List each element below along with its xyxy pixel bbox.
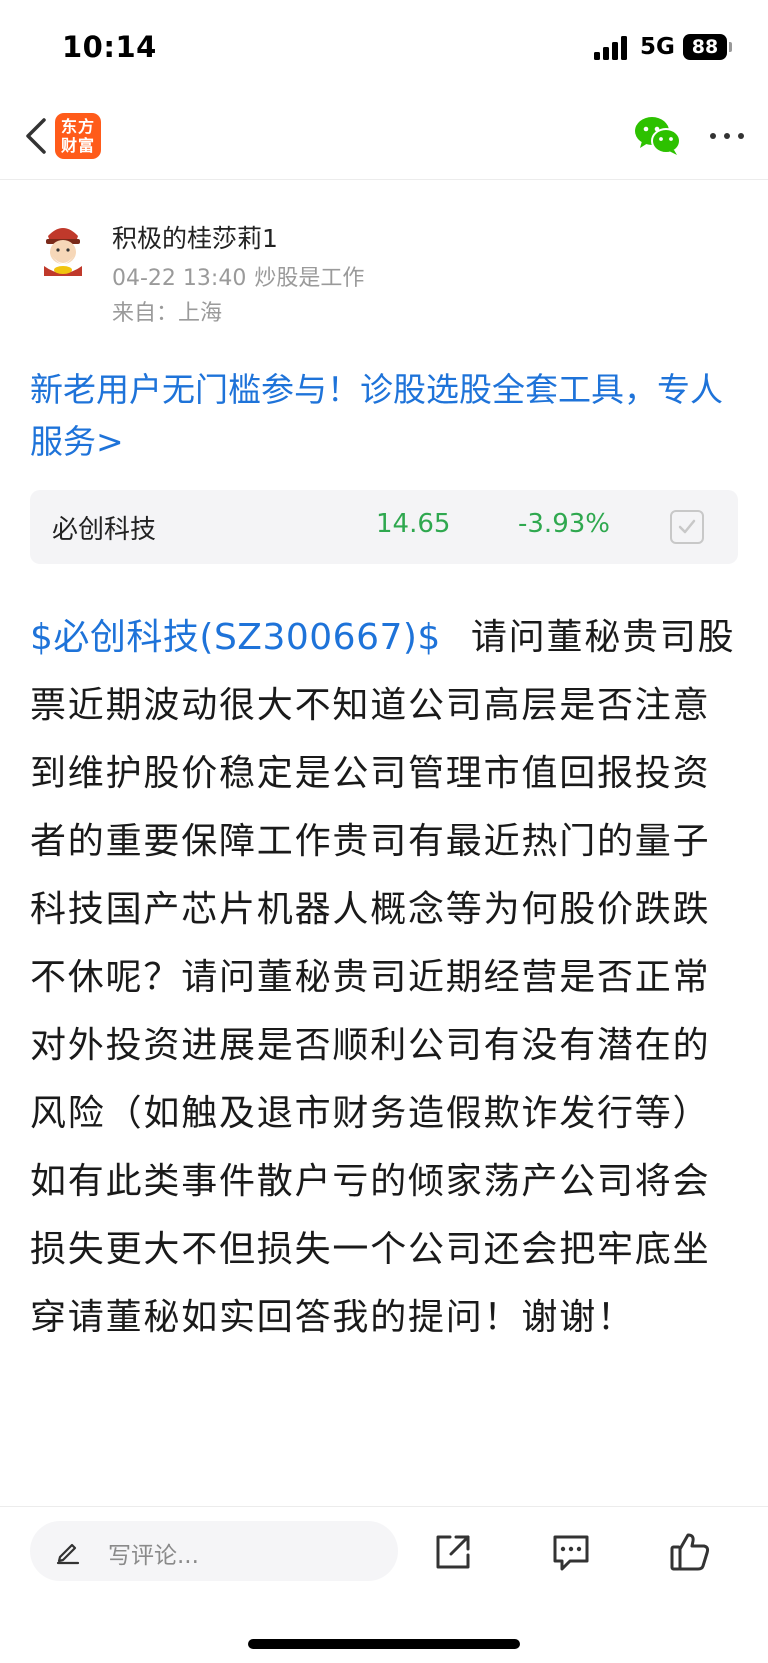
more-dots-icon[interactable] xyxy=(707,118,747,154)
comment-placeholder: 写评论... xyxy=(108,1543,199,1569)
add-watchlist-checkbox[interactable] xyxy=(670,510,704,544)
wechat-icon[interactable] xyxy=(634,116,682,156)
stock-price: 14.65 xyxy=(376,509,451,539)
share-icon[interactable] xyxy=(432,1531,474,1573)
stock-name: 必创科技 xyxy=(52,515,157,545)
battery-nub xyxy=(729,42,732,52)
post-location: 来自：上海 xyxy=(112,301,223,326)
logo-line-1: 东方 xyxy=(60,117,95,136)
comment-input[interactable]: 写评论... xyxy=(30,1521,398,1581)
nav-bar: 东方 财富 xyxy=(0,96,768,180)
battery-icon: 88 xyxy=(683,34,727,60)
chevron-left-icon[interactable] xyxy=(16,114,60,158)
author-name[interactable]: 积极的桂莎莉1 xyxy=(112,219,278,255)
status-bar: 10:14 5G 88 xyxy=(0,0,768,96)
network-label: 5G xyxy=(640,34,675,60)
stock-change: -3.93% xyxy=(518,509,610,539)
post-text: 请问董秘贵司股票近期波动很大不知道公司高层是否注意到维护股价稳定是公司管理市值回… xyxy=(30,617,736,1338)
avatar[interactable] xyxy=(38,222,88,276)
logo-line-2: 财富 xyxy=(60,136,95,155)
post-time: 04-22 13:40 xyxy=(112,266,247,291)
home-indicator xyxy=(248,1639,520,1649)
pen-icon xyxy=(56,1543,80,1565)
status-time: 10:14 xyxy=(62,30,157,64)
app-logo: 东方 财富 xyxy=(55,113,101,159)
post-meta: 04-22 13:40 炒股是工作 xyxy=(112,260,372,292)
promo-link[interactable]: 新老用户无门槛参与！诊股选股全套工具，专人服务> xyxy=(30,364,742,468)
stock-tag-link[interactable]: $必创科技(SZ300667)$ xyxy=(30,617,441,658)
check-icon xyxy=(678,519,696,534)
post-group[interactable]: 炒股是工作 xyxy=(254,266,364,291)
post-body: $必创科技(SZ300667)$ 请问董秘贵司股票近期波动很大不知道公司高层是否注… xyxy=(30,604,742,1352)
comment-icon[interactable] xyxy=(550,1531,592,1573)
signal-icon xyxy=(594,36,627,60)
stock-card[interactable]: 必创科技 14.65 -3.93% xyxy=(30,490,738,564)
bottom-bar: 写评论... xyxy=(0,1506,768,1663)
thumbs-up-icon[interactable] xyxy=(668,1529,712,1573)
